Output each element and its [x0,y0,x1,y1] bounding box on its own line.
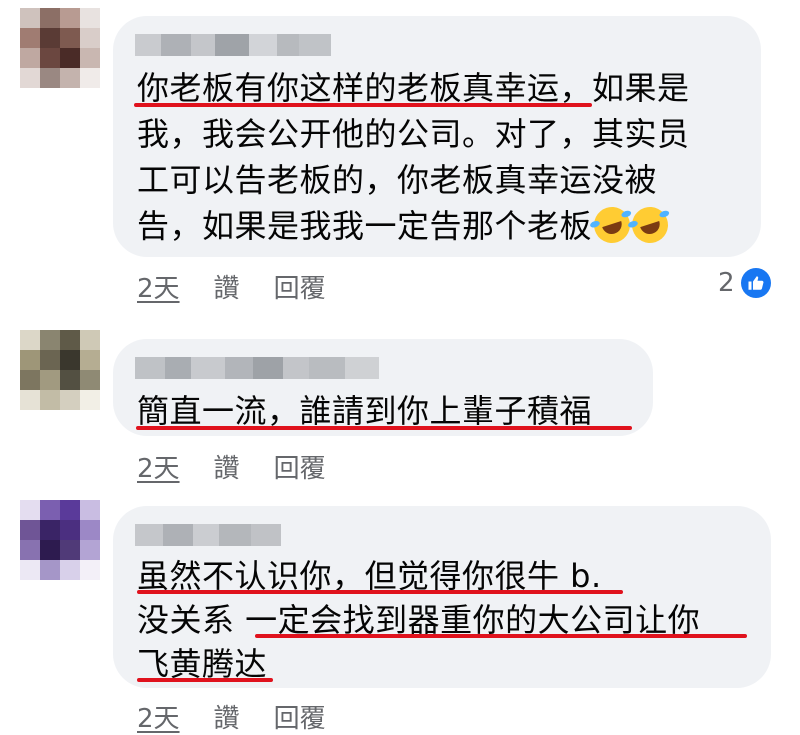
avatar-pixel [80,350,100,370]
avatar-pixel [80,28,100,48]
avatar-pixel [60,500,80,520]
reaction-count: 2 [718,268,735,298]
avatar-pixel [20,68,40,88]
avatar-pixel [20,560,40,580]
avatar-pixel [60,560,80,580]
red-underline [255,634,747,638]
red-underline [137,590,623,594]
avatar-pixel [60,520,80,540]
comment-bubble: 虽然不认识你，但觉得你很牛 b. 没关系 一定会找到器重你的大公司让你 飞黄腾达 [113,506,771,688]
reply-button[interactable]: 回覆 [274,268,326,305]
avatar-pixel [40,8,60,28]
avatar-pixel [60,540,80,560]
avatar-pixel [40,500,60,520]
avatar-pixel [40,560,60,580]
commenter-name-blurred[interactable] [135,34,331,56]
comment-bubble: 你老板有你这样的老板真幸运，如果是 我，我会公开他的公司。对了，其实员 工可以告… [113,16,761,257]
comment-bubble: 簡直一流，誰請到你上輩子積福 [113,339,653,436]
avatar-pixel [60,8,80,28]
avatar-pixel [60,68,80,88]
avatar-pixel [80,330,100,350]
avatar-pixel [20,8,40,28]
avatar-pixel [20,350,40,370]
avatar-pixel [60,350,80,370]
avatar[interactable] [20,330,100,410]
avatar-pixel [40,330,60,350]
avatar-pixel [40,48,60,68]
avatar-pixel [80,48,100,68]
avatar-pixel [20,48,40,68]
avatar-pixel [40,370,60,390]
avatar-pixel [20,330,40,350]
comment-text-line: 工可以告老板的，你老板真幸运没被 [137,161,658,199]
avatar-pixel [20,28,40,48]
avatar-pixel [80,520,100,540]
avatar-pixel [20,540,40,560]
avatar-pixel [80,8,100,28]
avatar-pixel [80,370,100,390]
reaction-summary[interactable]: 2 [718,268,771,298]
avatar-pixel [60,28,80,48]
red-underline [134,103,592,107]
avatar-pixel [80,540,100,560]
avatar-pixel [20,500,40,520]
like-button[interactable]: 讚 [214,268,240,305]
red-underline [137,678,273,682]
comment-text-line: 我，我会公开他的公司。对了，其实员 [137,115,690,153]
avatar-pixel [40,540,60,560]
like-button[interactable]: 讚 [214,698,240,735]
avatar-pixel [20,520,40,540]
avatar-pixel [60,390,80,410]
avatar-pixel [80,500,100,520]
red-underline [136,426,632,430]
avatar-pixel [40,520,60,540]
comment-text-line: 告，如果是我我一定告那个老板 [137,202,673,248]
timestamp-link[interactable]: 2天 [137,448,180,485]
reply-button[interactable]: 回覆 [274,698,326,735]
rolling-on-floor-laughing-icon [627,202,673,248]
avatar-pixel [80,68,100,88]
timestamp-link[interactable]: 2天 [137,698,180,735]
avatar-pixel [20,370,40,390]
comment-actions: 2天 讚 回覆 [137,268,326,305]
commenter-name-blurred[interactable] [135,524,281,546]
avatar-pixel [60,330,80,350]
timestamp-link[interactable]: 2天 [137,268,180,305]
thumbs-up-icon [740,268,771,298]
avatar-pixel [80,390,100,410]
avatar-pixel [40,350,60,370]
avatar-pixel [60,48,80,68]
commenter-name-blurred[interactable] [135,357,379,379]
comment-actions: 2天 讚 回覆 [137,698,326,735]
avatar-pixel [40,390,60,410]
avatar-pixel [40,68,60,88]
comment-actions: 2天 讚 回覆 [137,448,326,485]
avatar[interactable] [20,8,100,88]
avatar-pixel [80,560,100,580]
avatar[interactable] [20,500,100,580]
like-button[interactable]: 讚 [214,448,240,485]
avatar-pixel [20,390,40,410]
avatar-pixel [40,28,60,48]
avatar-pixel [60,370,80,390]
reply-button[interactable]: 回覆 [274,448,326,485]
